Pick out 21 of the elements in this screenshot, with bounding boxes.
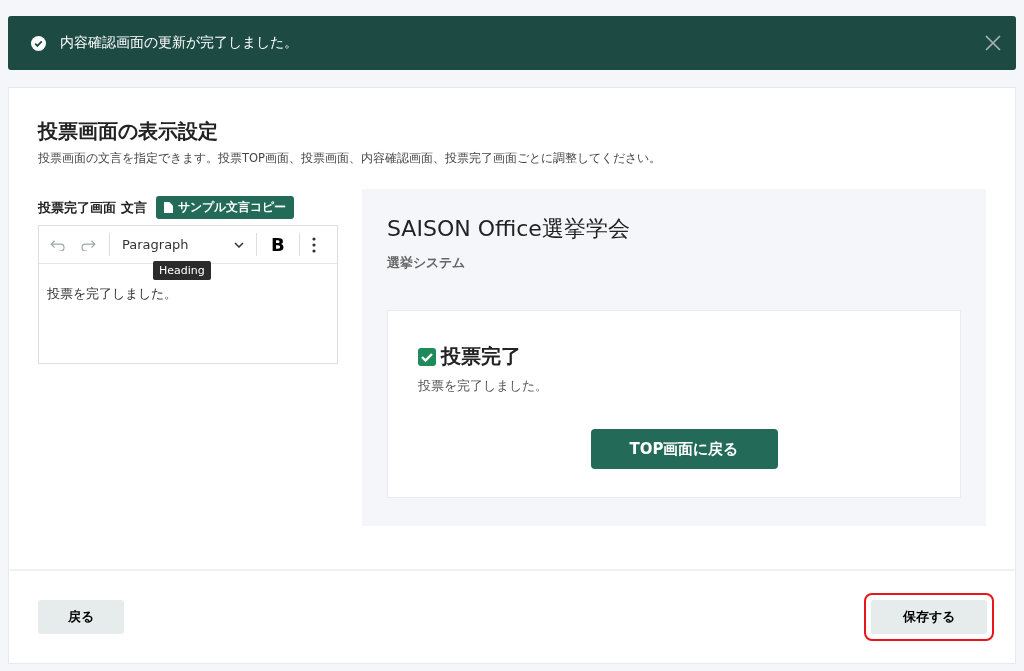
footer-button[interactable]: 保存する [871,600,987,634]
editor-label: 投票完了画面 文言 [38,198,147,217]
sample-copy-button[interactable]: サンプル文言コピー [155,196,294,219]
bold-button[interactable]: B [269,234,287,255]
more-vertical-icon[interactable] [311,236,316,253]
toast-message: 内容確認画面の更新が完了しました。 [60,34,299,52]
completion-message: 投票を完了しました。 [418,378,549,395]
checkbox-icon [418,347,436,366]
chevron-down-icon [234,241,244,248]
site-subtitle: 選挙システム [387,254,466,272]
site-title: SAISON Office選挙学会 [387,215,631,243]
page-description: 投票画面の文言を指定できます。投票TOP画面、投票画面、内容確認画面、投票完了画面ごとに調整してください。 [38,151,662,166]
document-icon [163,202,173,213]
editor-content[interactable]: 投票を完了しました。 [47,286,177,301]
back-to-top-button[interactable]: TOP画面に戻る [590,429,778,469]
completion-heading: 投票完了 [441,343,521,370]
check-circle-icon [31,35,46,51]
close-icon[interactable] [985,35,1001,51]
page-title: 投票画面の表示設定 [38,118,219,145]
footer-button[interactable]: 戻る [38,600,124,634]
tooltip: Heading [153,261,211,280]
